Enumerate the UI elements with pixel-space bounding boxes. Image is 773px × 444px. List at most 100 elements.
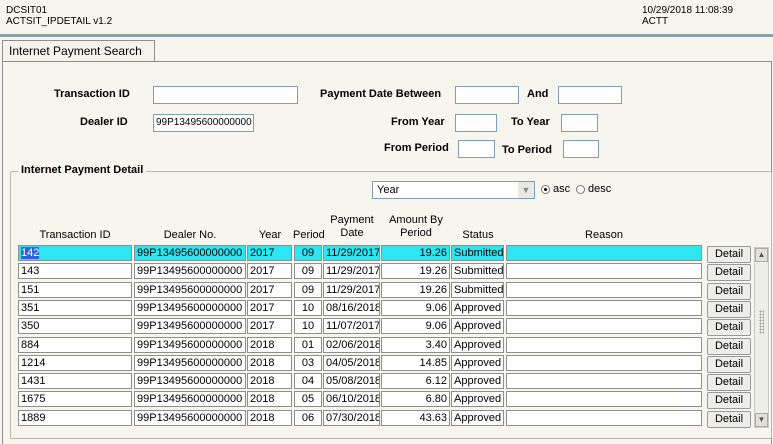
cell-date[interactable]: 05/08/2018 bbox=[323, 373, 380, 389]
detail-button[interactable]: Detail bbox=[707, 246, 751, 263]
cell-amount[interactable]: 43.63 bbox=[381, 410, 450, 426]
from-period-input[interactable] bbox=[458, 140, 495, 158]
cell-txn[interactable]: 350 bbox=[18, 318, 132, 334]
cell-dealer[interactable]: 99P13495600000000 bbox=[134, 355, 246, 371]
cell-dealer[interactable]: 99P13495600000000 bbox=[134, 245, 246, 261]
cell-period[interactable]: 03 bbox=[294, 355, 322, 371]
cell-status[interactable]: Approved bbox=[451, 337, 504, 353]
cell-year[interactable]: 2018 bbox=[247, 337, 292, 353]
cell-reason[interactable] bbox=[506, 373, 702, 389]
detail-button[interactable]: Detail bbox=[707, 283, 751, 300]
cell-year[interactable]: 2017 bbox=[247, 282, 292, 298]
payment-date-from-input[interactable] bbox=[455, 86, 519, 104]
detail-button[interactable]: Detail bbox=[707, 392, 751, 409]
to-year-input[interactable] bbox=[561, 114, 598, 132]
cell-date[interactable]: 08/16/2018 bbox=[323, 300, 380, 316]
from-year-input[interactable] bbox=[455, 114, 497, 132]
scroll-thumb-grip[interactable] bbox=[759, 310, 764, 334]
cell-amount[interactable]: 14.85 bbox=[381, 355, 450, 371]
cell-txn[interactable]: 884 bbox=[18, 337, 132, 353]
cell-txn[interactable]: 1431 bbox=[18, 373, 132, 389]
cell-dealer[interactable]: 99P13495600000000 bbox=[134, 318, 246, 334]
cell-year[interactable]: 2017 bbox=[247, 300, 292, 316]
detail-button[interactable]: Detail bbox=[707, 301, 751, 318]
cell-txn[interactable]: 351 bbox=[18, 300, 132, 316]
cell-dealer[interactable]: 99P13495600000000 bbox=[134, 373, 246, 389]
cell-date[interactable]: 11/29/2017 bbox=[323, 263, 380, 279]
sort-desc-radio[interactable] bbox=[576, 185, 585, 194]
cell-amount[interactable]: 19.26 bbox=[381, 245, 450, 261]
transaction-id-input[interactable] bbox=[153, 86, 298, 104]
chevron-down-icon[interactable]: ▼ bbox=[518, 182, 534, 198]
cell-status[interactable]: Submitted bbox=[451, 263, 504, 279]
detail-button[interactable]: Detail bbox=[707, 411, 751, 428]
dealer-id-input[interactable]: 99P13495600000000 bbox=[153, 114, 254, 132]
cell-period[interactable]: 06 bbox=[294, 410, 322, 426]
cell-amount[interactable]: 6.12 bbox=[381, 373, 450, 389]
payment-date-to-input[interactable] bbox=[558, 86, 622, 104]
cell-dealer[interactable]: 99P13495600000000 bbox=[134, 410, 246, 426]
cell-txn[interactable]: 1214 bbox=[18, 355, 132, 371]
cell-status[interactable]: Submitted bbox=[451, 245, 504, 261]
cell-year[interactable]: 2018 bbox=[247, 391, 292, 407]
cell-date[interactable]: 11/07/2017 bbox=[323, 318, 380, 334]
cell-amount[interactable]: 9.06 bbox=[381, 318, 450, 334]
cell-amount[interactable]: 3.40 bbox=[381, 337, 450, 353]
cell-status[interactable]: Approved bbox=[451, 355, 504, 371]
cell-reason[interactable] bbox=[506, 391, 702, 407]
cell-dealer[interactable]: 99P13495600000000 bbox=[134, 391, 246, 407]
cell-reason[interactable] bbox=[506, 337, 702, 353]
cell-reason[interactable] bbox=[506, 282, 702, 298]
cell-date[interactable]: 11/29/2017 bbox=[323, 245, 380, 261]
cell-txn[interactable]: 1675 bbox=[18, 391, 132, 407]
cell-reason[interactable] bbox=[506, 245, 702, 261]
cell-year[interactable]: 2018 bbox=[247, 373, 292, 389]
sort-asc-radio[interactable] bbox=[541, 185, 550, 194]
sort-field-select[interactable]: Year ▼ bbox=[372, 181, 535, 199]
detail-button[interactable]: Detail bbox=[707, 264, 751, 281]
cell-amount[interactable]: 6.80 bbox=[381, 391, 450, 407]
cell-period[interactable]: 10 bbox=[294, 318, 322, 334]
cell-period[interactable]: 09 bbox=[294, 245, 322, 261]
to-period-input[interactable] bbox=[563, 140, 599, 158]
cell-reason[interactable] bbox=[506, 263, 702, 279]
cell-date[interactable]: 11/29/2017 bbox=[323, 282, 380, 298]
cell-year[interactable]: 2017 bbox=[247, 263, 292, 279]
cell-dealer[interactable]: 99P13495600000000 bbox=[134, 263, 246, 279]
cell-date[interactable]: 04/05/2018 bbox=[323, 355, 380, 371]
cell-amount[interactable]: 9.06 bbox=[381, 300, 450, 316]
cell-reason[interactable] bbox=[506, 318, 702, 334]
cell-period[interactable]: 05 bbox=[294, 391, 322, 407]
cell-status[interactable]: Approved bbox=[451, 410, 504, 426]
cell-txn[interactable]: 143 bbox=[18, 263, 132, 279]
cell-date[interactable]: 06/10/2018 bbox=[323, 391, 380, 407]
cell-period[interactable]: 10 bbox=[294, 300, 322, 316]
cell-dealer[interactable]: 99P13495600000000 bbox=[134, 337, 246, 353]
detail-button[interactable]: Detail bbox=[707, 374, 751, 391]
cell-period[interactable]: 04 bbox=[294, 373, 322, 389]
cell-txn[interactable]: 142 bbox=[18, 245, 132, 261]
cell-year[interactable]: 2017 bbox=[247, 245, 292, 261]
tab-internet-payment-search[interactable]: Internet Payment Search bbox=[2, 40, 155, 62]
cell-period[interactable]: 01 bbox=[294, 337, 322, 353]
cell-year[interactable]: 2018 bbox=[247, 410, 292, 426]
detail-button[interactable]: Detail bbox=[707, 356, 751, 373]
scroll-down-arrow-icon[interactable]: ▼ bbox=[755, 413, 768, 427]
cell-year[interactable]: 2018 bbox=[247, 355, 292, 371]
scroll-up-arrow-icon[interactable]: ▲ bbox=[755, 248, 768, 262]
cell-reason[interactable] bbox=[506, 300, 702, 316]
cell-status[interactable]: Approved bbox=[451, 318, 504, 334]
cell-amount[interactable]: 19.26 bbox=[381, 282, 450, 298]
cell-status[interactable]: Submitted bbox=[451, 282, 504, 298]
cell-reason[interactable] bbox=[506, 355, 702, 371]
cell-period[interactable]: 09 bbox=[294, 282, 322, 298]
detail-button[interactable]: Detail bbox=[707, 338, 751, 355]
cell-dealer[interactable]: 99P13495600000000 bbox=[134, 300, 246, 316]
cell-txn[interactable]: 151 bbox=[18, 282, 132, 298]
table-scrollbar[interactable]: ▲ ▼ bbox=[754, 247, 769, 428]
cell-status[interactable]: Approved bbox=[451, 391, 504, 407]
cell-date[interactable]: 07/30/2018 bbox=[323, 410, 380, 426]
cell-date[interactable]: 02/06/2018 bbox=[323, 337, 380, 353]
cell-dealer[interactable]: 99P13495600000000 bbox=[134, 282, 246, 298]
cell-amount[interactable]: 19.26 bbox=[381, 263, 450, 279]
